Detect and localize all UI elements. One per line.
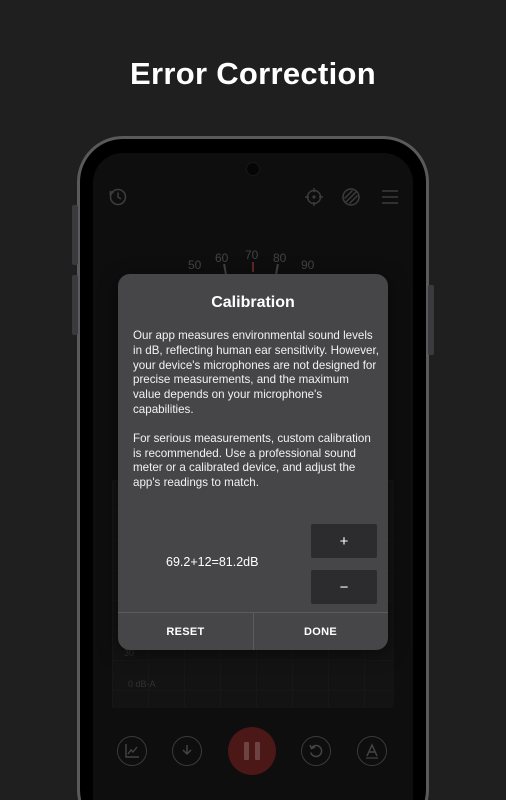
calibration-dialog: Calibration Our app measures environment… xyxy=(118,274,388,650)
phone-side-button xyxy=(72,275,78,335)
phone-side-button xyxy=(72,205,78,265)
calibration-formula: 69.2+12=81.2dB xyxy=(166,555,259,569)
dialog-paragraph: For serious measurements, custom calibra… xyxy=(133,431,371,490)
done-button[interactable]: DONE xyxy=(253,613,388,650)
promo-title: Error Correction xyxy=(130,56,376,91)
dialog-paragraph: Our app measures environmental sound lev… xyxy=(133,329,379,416)
phone-side-button xyxy=(428,285,434,355)
dialog-body: Our app measures environmental sound lev… xyxy=(133,329,379,505)
reset-calibration-button[interactable]: RESET xyxy=(118,613,253,650)
promo-screen: Error Correction 50 60 70 80 90 30 0 dB-… xyxy=(0,0,506,800)
dialog-title: Calibration xyxy=(211,294,295,311)
decrease-button[interactable]: − xyxy=(311,570,377,604)
increase-button[interactable]: + xyxy=(311,524,377,558)
